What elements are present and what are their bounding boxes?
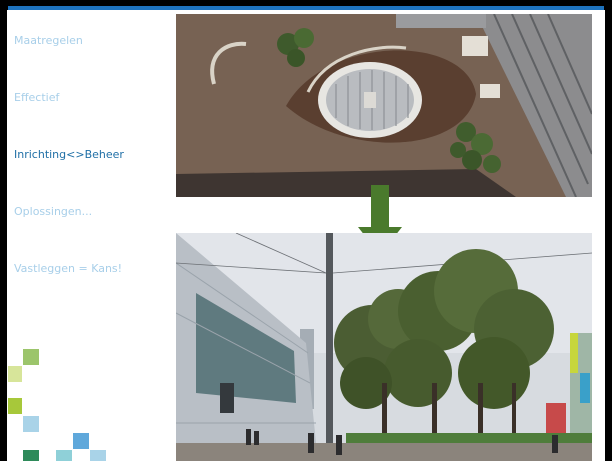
nav-item-vastleggen[interactable]: Vastleggen = Kans! xyxy=(14,262,122,275)
square-decoration xyxy=(23,450,39,461)
nav-item-maatregelen[interactable]: Maatregelen xyxy=(14,34,83,47)
frame-left xyxy=(0,0,7,461)
frame-right xyxy=(605,0,612,461)
nav-item-oplossingen[interactable]: Oplossingen... xyxy=(14,205,92,218)
top-bar xyxy=(0,0,612,10)
square-decoration xyxy=(8,366,22,382)
street-photo-image xyxy=(176,233,592,461)
aerial-view-image xyxy=(176,14,592,197)
square-decoration xyxy=(23,349,39,365)
square-decoration xyxy=(56,450,72,461)
square-decoration xyxy=(90,450,106,461)
square-decoration xyxy=(23,416,39,432)
square-decoration xyxy=(8,398,22,414)
nav-item-inrichting-beheer[interactable]: Inrichting<>Beheer xyxy=(14,148,124,161)
nav-item-effectief[interactable]: Effectief xyxy=(14,91,59,104)
square-decoration xyxy=(73,433,89,449)
accent-line xyxy=(8,6,604,10)
